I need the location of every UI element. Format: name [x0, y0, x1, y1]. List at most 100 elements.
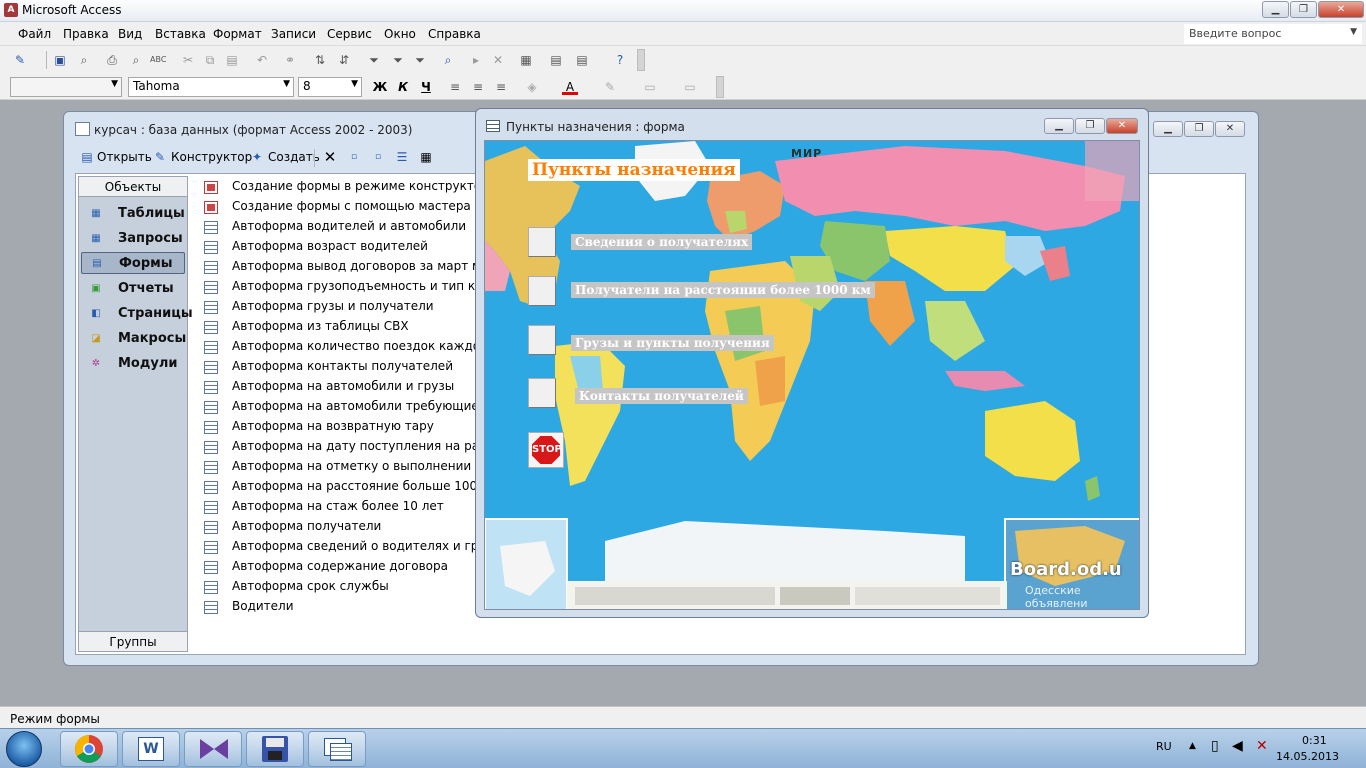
- language-indicator[interactable]: RU: [1156, 740, 1172, 753]
- delete-icon[interactable]: ✕: [322, 149, 338, 165]
- form-maximize-button[interactable]: ❐: [1075, 118, 1105, 134]
- design-button[interactable]: Конструктор: [171, 150, 252, 164]
- new-record-icon[interactable]: ▸: [468, 52, 484, 68]
- print-preview-icon[interactable]: ⌕: [128, 52, 144, 68]
- border-width-icon[interactable]: ▭: [642, 79, 658, 95]
- recipients-over-1000km-button[interactable]: [528, 276, 556, 306]
- object-reports[interactable]: ▣ Отчеты: [81, 278, 185, 300]
- ask-question-box[interactable]: Введите вопрос ▼: [1184, 24, 1362, 44]
- search-file-icon[interactable]: ⌕: [76, 52, 92, 68]
- line-color-icon[interactable]: ✎: [602, 79, 618, 95]
- align-left-icon[interactable]: ≡: [447, 79, 463, 95]
- new-object-icon[interactable]: ▤: [574, 52, 590, 68]
- form-minimize-button[interactable]: ▁: [1044, 118, 1074, 134]
- underline-button[interactable]: Ч: [418, 79, 434, 95]
- print-icon[interactable]: ⎙: [104, 52, 120, 68]
- save-icon[interactable]: ▣: [52, 52, 68, 68]
- db-minimize-button[interactable]: ▁: [1153, 121, 1183, 137]
- db-close-button[interactable]: ✕: [1215, 121, 1245, 137]
- form-close-button[interactable]: ✕: [1106, 118, 1138, 134]
- form-list-item[interactable]: Создание формы с помощью мастера: [202, 198, 486, 218]
- apply-filter-icon[interactable]: ⏷: [412, 52, 428, 68]
- groups-footer[interactable]: Группы: [79, 631, 187, 651]
- menu-records[interactable]: Записи: [271, 27, 316, 41]
- form-list-item[interactable]: Автоформа на дату поступления на работу: [202, 438, 486, 458]
- battery-icon[interactable]: ▯: [1211, 738, 1219, 754]
- open-button[interactable]: Открыть: [97, 150, 152, 164]
- object-queries[interactable]: ▦ Запросы: [81, 228, 185, 250]
- view-icon[interactable]: ✎: [12, 52, 28, 68]
- menu-insert[interactable]: Вставка: [155, 27, 206, 41]
- form-list-item[interactable]: Автоформа грузоподъемность и тип кузова: [202, 278, 486, 298]
- form-list-item[interactable]: Автоформа срок службы: [202, 578, 486, 598]
- form-list-item[interactable]: Автоформа получатели: [202, 518, 486, 538]
- menu-format[interactable]: Формат: [213, 27, 262, 41]
- clock-date[interactable]: 14.05.2013: [1276, 750, 1339, 763]
- maximize-button[interactable]: ❐: [1290, 1, 1317, 18]
- database-window-icon[interactable]: ▤: [548, 52, 564, 68]
- form-list-item[interactable]: Автоформа возраст водителей: [202, 238, 486, 258]
- object-forms[interactable]: ▤ Формы: [81, 252, 185, 274]
- objects-header[interactable]: Объекты: [79, 177, 187, 197]
- taskbar-word[interactable]: W: [122, 731, 180, 767]
- undo-icon[interactable]: ↶: [254, 52, 270, 68]
- list-view-icon[interactable]: ☰: [394, 149, 410, 165]
- copy-icon[interactable]: ⧉: [202, 52, 218, 68]
- form-list-item[interactable]: Автоформа вывод договоров за март месяц: [202, 258, 486, 278]
- form-list-item[interactable]: Автоформа сведений о водителях и грузах: [202, 538, 486, 558]
- form-list-item[interactable]: Автоформа водителей и автомобили: [202, 218, 486, 238]
- cargo-destinations-button[interactable]: [528, 325, 556, 355]
- paste-icon[interactable]: ▤: [224, 52, 240, 68]
- menu-help[interactable]: Справка: [428, 27, 481, 41]
- sort-descending-icon[interactable]: ⇵: [336, 52, 352, 68]
- bold-button[interactable]: Ж: [372, 79, 388, 95]
- form-list-item[interactable]: Водители: [202, 598, 486, 618]
- fill-color-icon[interactable]: ◈: [524, 79, 540, 95]
- menu-window[interactable]: Окно: [384, 27, 416, 41]
- object-modules[interactable]: ✲ Модули: [81, 353, 185, 375]
- create-button[interactable]: Создать: [268, 150, 320, 164]
- delete-record-icon[interactable]: ✕: [490, 52, 506, 68]
- form-list-item[interactable]: Создание формы в режиме конструктора: [202, 178, 486, 198]
- italic-button[interactable]: К: [395, 79, 411, 95]
- recipient-contacts-button[interactable]: [528, 378, 556, 408]
- form-list-item[interactable]: Автоформа на возвратную тару: [202, 418, 486, 438]
- small-icons-icon[interactable]: ▫: [370, 149, 386, 165]
- spelling-icon[interactable]: ABC: [150, 52, 166, 68]
- recipients-info-button[interactable]: [528, 227, 556, 257]
- form-list-item[interactable]: Автоформа на отметку о выполнении: [202, 458, 486, 478]
- minimize-button[interactable]: ▁: [1262, 1, 1289, 18]
- object-tables[interactable]: ▦ Таблицы: [81, 203, 185, 225]
- font-name-combo[interactable]: Tahoma ▼: [128, 77, 294, 97]
- form-list-item[interactable]: Автоформа контакты получателей: [202, 358, 486, 378]
- taskbar-chrome[interactable]: [60, 731, 118, 767]
- properties-icon[interactable]: ▦: [518, 52, 534, 68]
- show-hidden-icons-icon[interactable]: ▲: [1189, 741, 1196, 751]
- menu-edit[interactable]: Правка: [63, 27, 109, 41]
- object-pages[interactable]: ◧ Страницы: [81, 303, 192, 325]
- align-right-icon[interactable]: ≡: [493, 79, 509, 95]
- taskbar-visual-studio[interactable]: [184, 731, 242, 767]
- special-effect-icon[interactable]: ▭: [682, 79, 698, 95]
- form-list-item[interactable]: Автоформа на расстояние больше 1000 км: [202, 478, 486, 498]
- taskbar-save[interactable]: [246, 731, 304, 767]
- start-button[interactable]: [6, 731, 42, 767]
- details-view-icon[interactable]: ▦: [418, 149, 434, 165]
- find-icon[interactable]: ⌕: [440, 52, 456, 68]
- form-list-item[interactable]: Автоформа из таблицы СВХ: [202, 318, 486, 338]
- menu-view[interactable]: Вид: [118, 27, 142, 41]
- font-size-combo[interactable]: 8 ▼: [298, 77, 362, 97]
- taskbar-access-windows[interactable]: [308, 731, 366, 767]
- object-combo[interactable]: ▼: [10, 77, 122, 97]
- form-list-item[interactable]: Автоформа количество поездок каждого вод…: [202, 338, 486, 358]
- db-maximize-button[interactable]: ❐: [1184, 121, 1214, 137]
- filter-by-selection-icon[interactable]: ⏷: [366, 52, 382, 68]
- large-icons-icon[interactable]: ▫: [346, 149, 362, 165]
- menu-tools[interactable]: Сервис: [327, 27, 372, 41]
- form-list-item[interactable]: Автоформа на автомобили и грузы: [202, 378, 486, 398]
- network-icon[interactable]: ✕: [1256, 738, 1268, 754]
- stop-button[interactable]: STOP: [528, 432, 564, 468]
- align-center-icon[interactable]: ≡: [470, 79, 486, 95]
- cut-icon[interactable]: ✂: [180, 52, 196, 68]
- form-list-item[interactable]: Автоформа на стаж более 10 лет: [202, 498, 486, 518]
